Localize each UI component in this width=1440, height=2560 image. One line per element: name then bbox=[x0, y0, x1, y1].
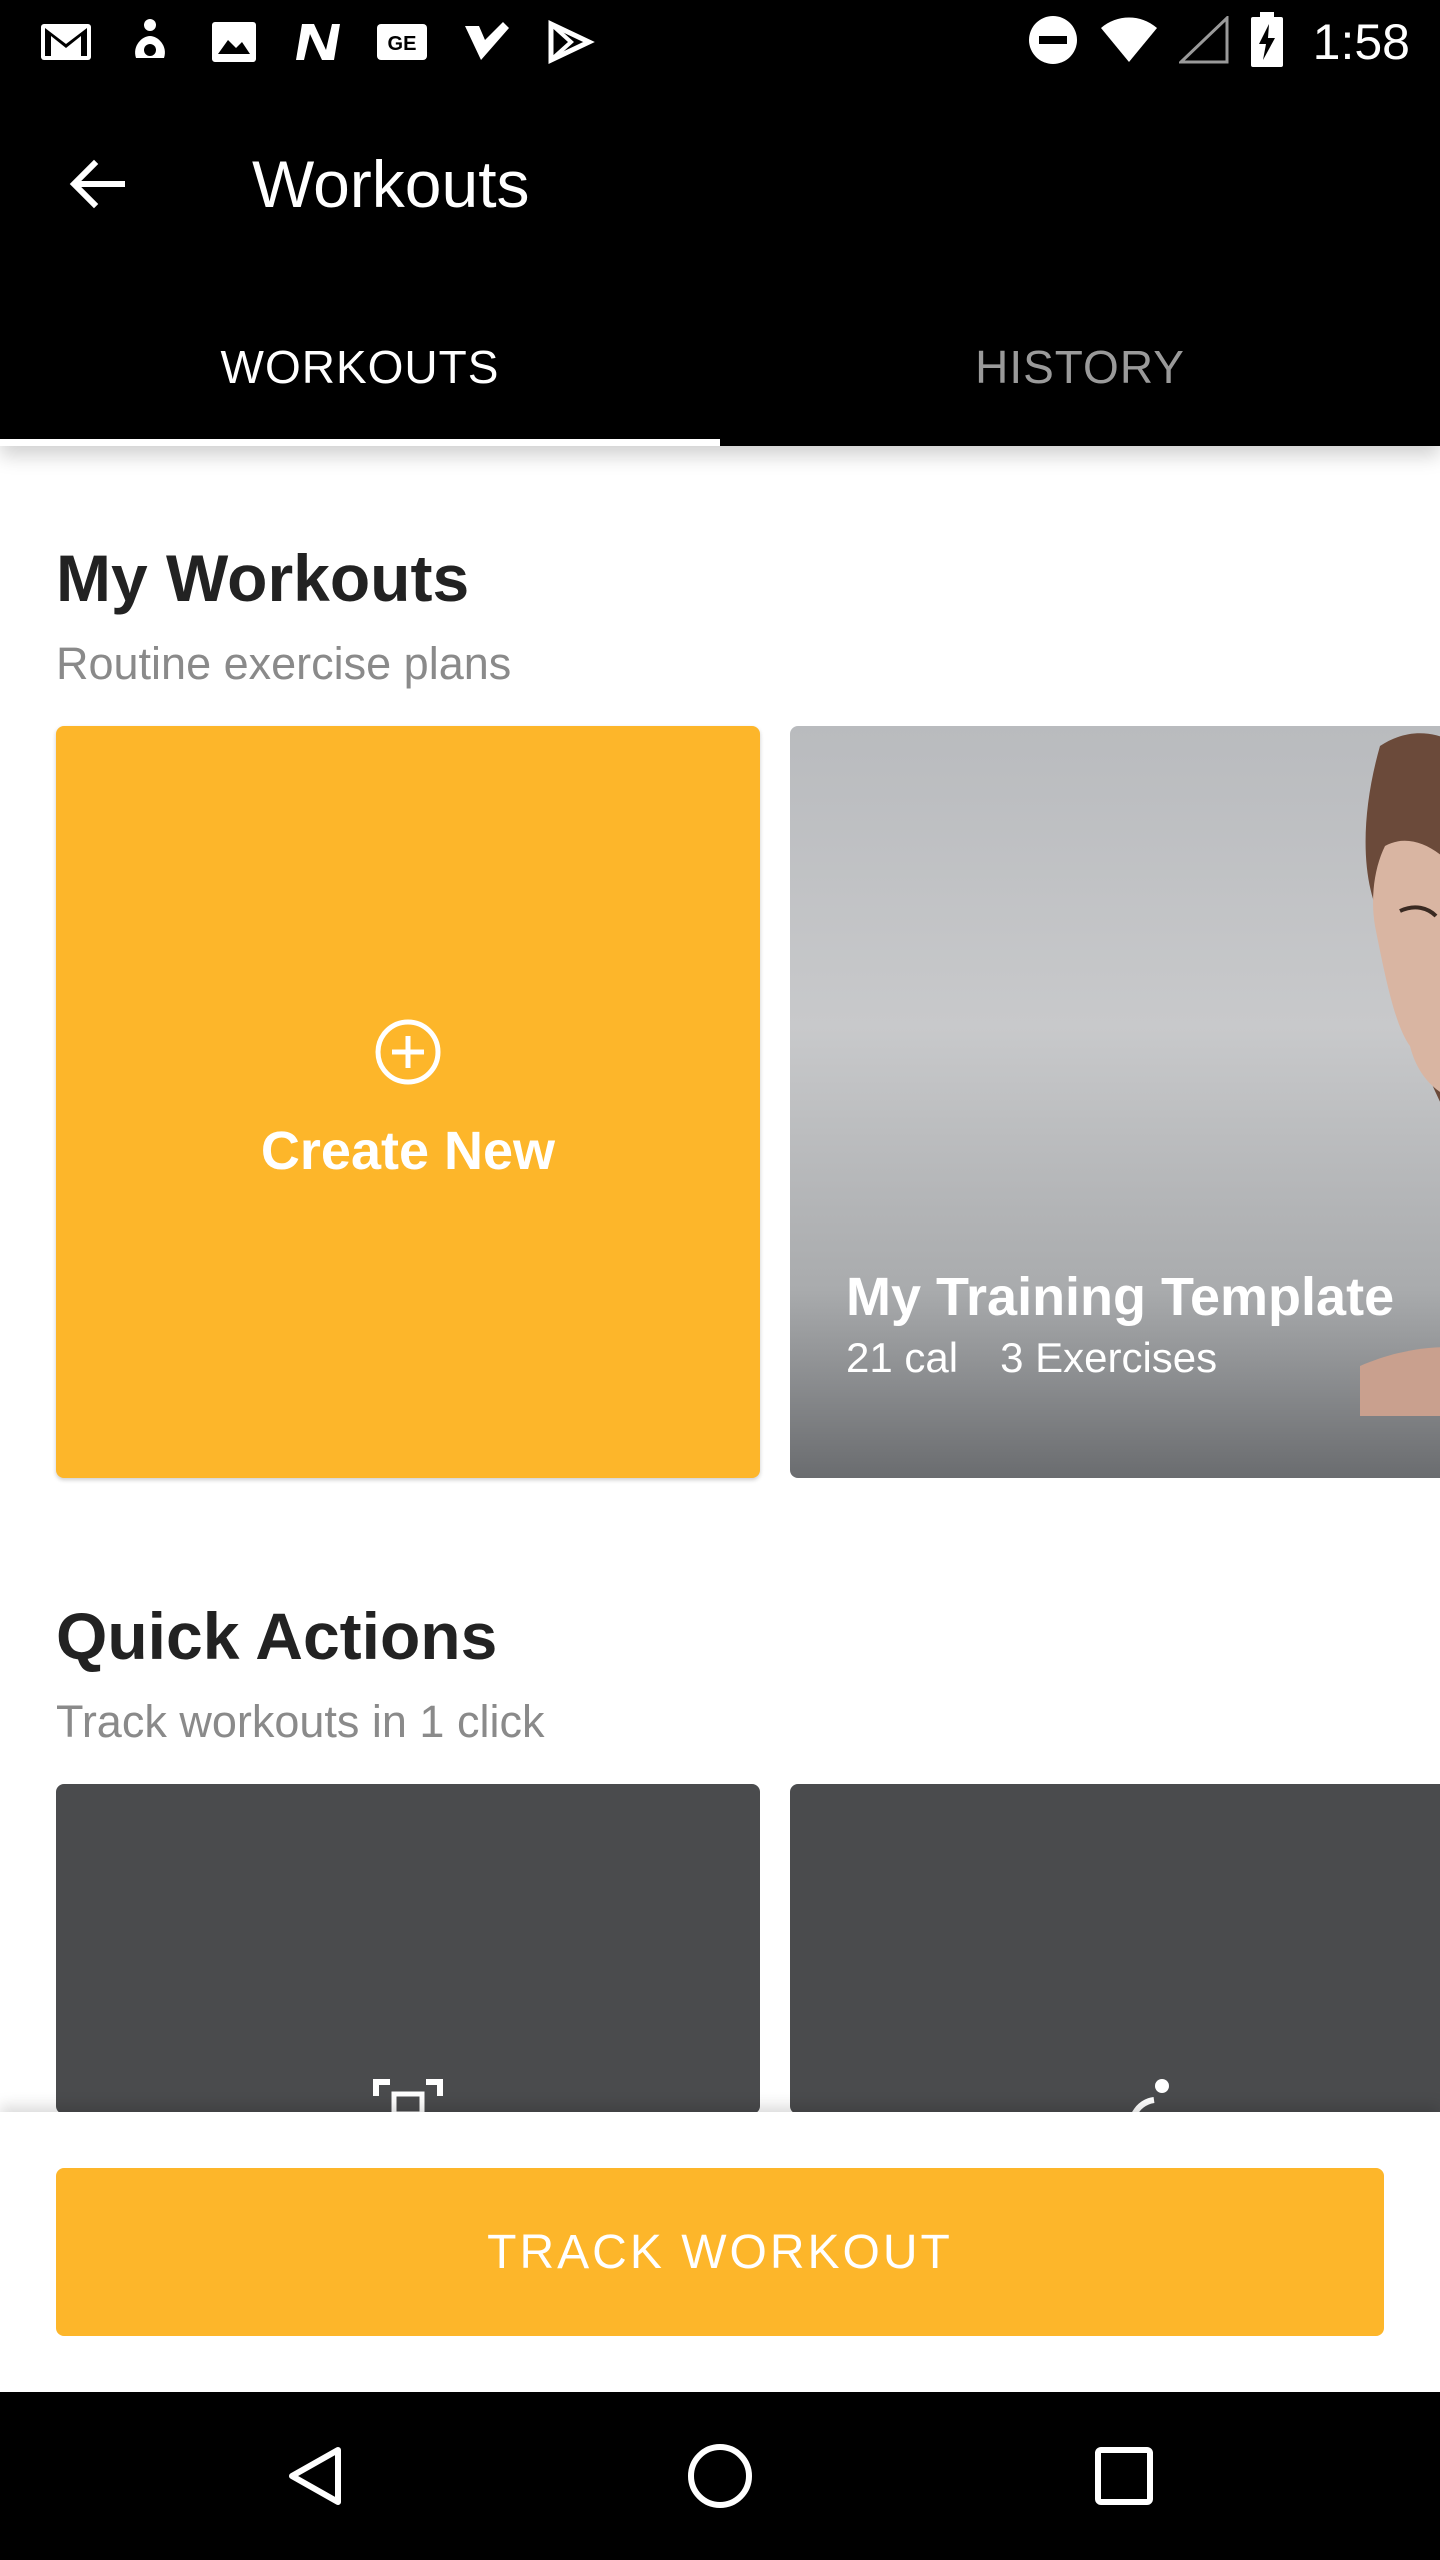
create-new-label: Create New bbox=[260, 1121, 556, 1181]
accessibility-icon bbox=[118, 18, 182, 66]
signal-icon bbox=[1176, 13, 1229, 69]
image-icon bbox=[202, 18, 266, 66]
my-workouts-subtitle: Routine exercise plans bbox=[56, 638, 512, 689]
wifi-icon bbox=[1099, 16, 1159, 69]
quick-actions-title: Quick Actions bbox=[56, 1599, 498, 1673]
tab-bar: WORKOUTS HISTORY bbox=[0, 280, 1440, 446]
back-button[interactable] bbox=[56, 144, 136, 224]
quick-action-card[interactable] bbox=[56, 1784, 760, 2114]
track-workout-button[interactable]: TRACK WORKOUT bbox=[56, 2168, 1384, 2336]
template-title: My Training Template bbox=[846, 1267, 1395, 1327]
system-nav-bar bbox=[0, 2392, 1440, 2560]
woman-photo bbox=[1360, 733, 1440, 1416]
template-meta: 21 cal 3 Exercises bbox=[846, 1334, 1217, 1382]
tab-history[interactable]: HISTORY bbox=[720, 280, 1440, 446]
create-new-card[interactable]: Create New bbox=[56, 726, 760, 1478]
recents-square-icon bbox=[1095, 2447, 1153, 2505]
n-icon bbox=[286, 18, 350, 66]
quick-action-card[interactable] bbox=[790, 1784, 1440, 2114]
add-circle-icon bbox=[375, 1019, 441, 1085]
scan-icon bbox=[373, 2079, 443, 2114]
my-workouts-title: My Workouts bbox=[56, 541, 470, 615]
ge-icon: GE bbox=[370, 18, 434, 66]
template-exercises: 3 Exercises bbox=[1000, 1334, 1218, 1381]
play-store-icon bbox=[538, 18, 602, 66]
nav-back-button[interactable] bbox=[276, 2436, 356, 2516]
status-bar: GE 1:58 bbox=[0, 0, 1440, 84]
nav-home-button[interactable] bbox=[680, 2436, 760, 2516]
page-title: Workouts bbox=[252, 147, 530, 221]
battery-charging-icon bbox=[1249, 11, 1285, 73]
template-card[interactable]: My Training Template 21 cal 3 Exercises bbox=[790, 726, 1440, 1478]
quick-actions-subtitle: Track workouts in 1 click bbox=[56, 1696, 545, 1747]
bottom-action-panel: TRACK WORKOUT bbox=[0, 2112, 1440, 2392]
tab-workouts[interactable]: WORKOUTS bbox=[0, 280, 720, 446]
app-bar: Workouts bbox=[0, 84, 1440, 280]
template-calories: 21 cal bbox=[846, 1334, 959, 1381]
back-arrow-icon bbox=[69, 159, 125, 209]
person-workout-icon bbox=[1131, 2079, 1169, 2114]
back-triangle-icon bbox=[289, 2447, 341, 2505]
home-circle-icon bbox=[688, 2444, 752, 2508]
status-time: 1:58 bbox=[1312, 14, 1410, 70]
gmail-icon bbox=[34, 18, 98, 66]
do-not-disturb-icon bbox=[1027, 14, 1079, 71]
check-icon bbox=[454, 18, 518, 66]
svg-text:GE: GE bbox=[388, 33, 417, 55]
nav-recents-button[interactable] bbox=[1084, 2436, 1164, 2516]
